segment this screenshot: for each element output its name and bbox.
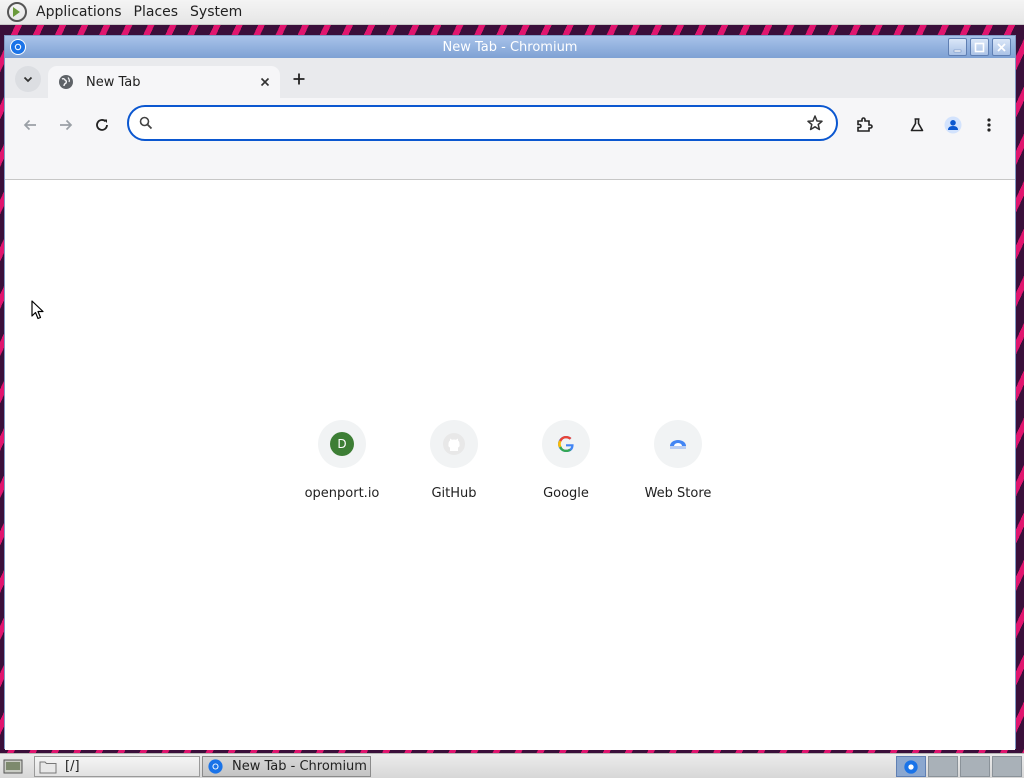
mouse-cursor-icon <box>31 300 44 320</box>
arrow-right-icon <box>60 119 73 131</box>
workspace-2[interactable] <box>928 756 958 777</box>
extensions-button[interactable] <box>851 112 877 138</box>
menu-places[interactable]: Places <box>128 0 185 25</box>
reload-button[interactable] <box>89 112 115 138</box>
taskbar-item-chromium[interactable]: New Tab - Chromium <box>202 756 371 777</box>
window-titlebar[interactable]: New Tab - Chromium <box>5 36 1015 58</box>
shortcut-label: Web Store <box>644 486 712 501</box>
window-title: New Tab - Chromium <box>442 39 578 55</box>
taskbar-item-files[interactable]: [/] <box>34 756 200 777</box>
browser-toolbar <box>5 98 1015 180</box>
shortcut-web-store[interactable]: Web Store <box>622 420 734 506</box>
shortcut-openport[interactable]: D openport.io <box>286 420 398 506</box>
new-tab-button[interactable] <box>288 68 310 90</box>
letter-avatar-icon: D <box>330 432 354 456</box>
close-icon <box>997 42 1006 52</box>
shortcut-github[interactable]: GitHub <box>398 420 510 506</box>
globe-icon <box>59 75 73 89</box>
browser-window: New Tab - Chromium New Tab D openport.io… <box>4 35 1016 750</box>
workspace-4[interactable] <box>992 756 1022 777</box>
github-icon <box>443 433 465 455</box>
taskbar-label: New Tab - Chromium <box>232 759 367 774</box>
shortcut-tile[interactable] <box>654 420 702 468</box>
reload-icon <box>96 119 108 131</box>
taskbar-label: [/] <box>65 759 80 774</box>
workspace-1[interactable] <box>896 756 926 777</box>
minimize-button[interactable] <box>948 38 967 56</box>
shortcut-label: openport.io <box>304 486 380 501</box>
flask-icon <box>910 118 924 132</box>
web-store-icon <box>670 440 686 449</box>
tab-label: New Tab <box>86 74 141 90</box>
tab-close-button[interactable] <box>256 73 274 91</box>
shortcut-tile[interactable] <box>430 420 478 468</box>
new-tab-page: D openport.io GitHub Google Web Store <box>5 180 1015 750</box>
bookmark-star-icon[interactable] <box>806 114 824 132</box>
address-input[interactable] <box>163 112 783 134</box>
plus-icon <box>293 73 305 85</box>
folder-icon <box>39 761 57 774</box>
show-desktop-icon[interactable] <box>3 758 23 775</box>
forward-button[interactable] <box>53 112 79 138</box>
chromium-icon <box>904 760 918 774</box>
google-icon <box>558 436 574 452</box>
profile-button[interactable] <box>940 112 966 138</box>
menu-applications[interactable]: Applications <box>30 0 128 25</box>
maximize-icon <box>974 42 985 52</box>
shortcut-tile[interactable]: D <box>318 420 366 468</box>
puzzle-icon <box>857 117 873 132</box>
distro-logo-icon[interactable] <box>6 1 28 23</box>
more-vertical-icon <box>987 118 991 132</box>
maximize-button[interactable] <box>970 38 989 56</box>
menu-system[interactable]: System <box>184 0 248 25</box>
tab-search-button[interactable] <box>15 66 41 92</box>
arrow-left-icon <box>23 119 36 131</box>
back-button[interactable] <box>17 112 43 138</box>
search-icon <box>139 116 153 130</box>
shortcut-label: GitHub <box>431 486 477 501</box>
chromium-icon <box>208 759 223 774</box>
shortcut-label: Google <box>543 486 589 501</box>
minimize-icon <box>953 49 962 52</box>
chevron-down-icon <box>23 76 33 83</box>
avatar-icon <box>944 116 962 134</box>
tab-strip: New Tab <box>5 58 1015 98</box>
workspace-3[interactable] <box>960 756 990 777</box>
tab-new-tab[interactable]: New Tab <box>48 66 280 98</box>
labs-button[interactable] <box>904 112 930 138</box>
close-window-button[interactable] <box>992 38 1011 56</box>
menu-button[interactable] <box>976 112 1002 138</box>
shortcut-google[interactable]: Google <box>510 420 622 506</box>
address-bar[interactable] <box>127 105 838 141</box>
top-panel: Applications Places System <box>0 0 1024 25</box>
chromium-icon[interactable] <box>9 38 27 56</box>
shortcut-tile[interactable] <box>542 420 590 468</box>
bottom-panel: [/] New Tab - Chromium <box>0 753 1024 778</box>
close-icon <box>260 77 270 87</box>
